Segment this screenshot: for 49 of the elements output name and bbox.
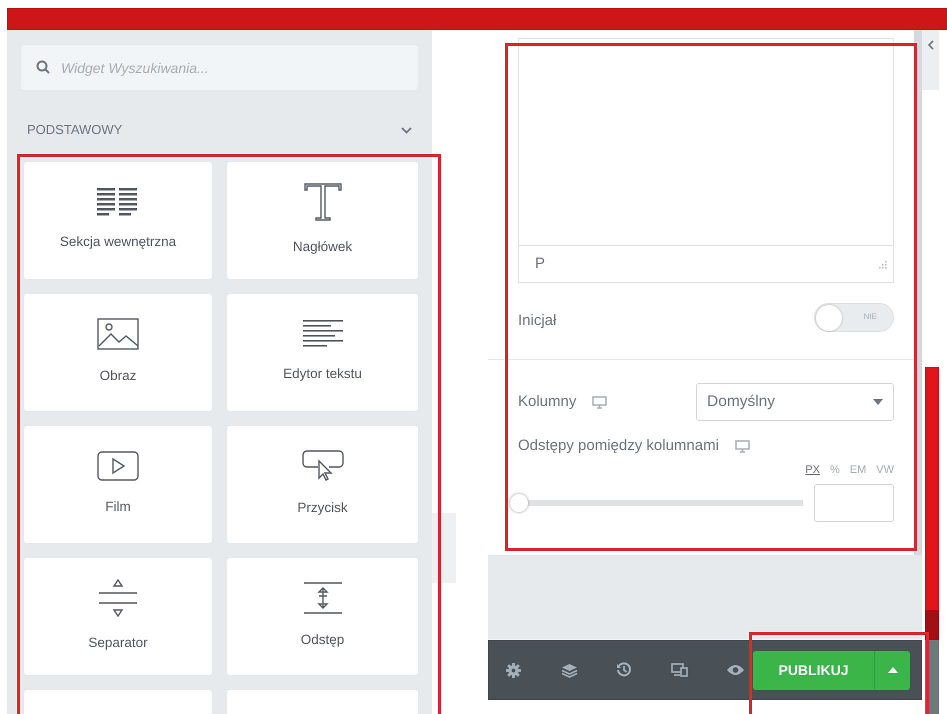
- element-path: P: [535, 254, 546, 274]
- widget-tile[interactable]: Nagłówek: [227, 162, 418, 278]
- widget-label: Separator: [88, 634, 148, 652]
- widget-label: Obraz: [100, 366, 136, 385]
- widget-label: Sekcja wewnętrzna: [60, 232, 176, 251]
- widget-tile[interactable]: Odstęp: [227, 558, 418, 674]
- eye-icon[interactable]: [726, 664, 745, 676]
- widget-tile[interactable]: Obraz: [24, 294, 212, 410]
- text-lines-icon: [302, 320, 342, 348]
- image-icon: [97, 318, 139, 350]
- spacer-icon: [302, 582, 342, 614]
- gap-input[interactable]: [814, 484, 894, 522]
- history-icon[interactable]: [616, 662, 632, 678]
- columns-icon: [97, 188, 139, 216]
- search-field[interactable]: Widget Wyszukiwania...: [21, 45, 418, 90]
- search-icon: [36, 60, 50, 74]
- settings-icon[interactable]: [506, 662, 521, 678]
- category-title: PODSTAWOWY: [27, 121, 122, 139]
- widget-label: Edytor tekstu: [283, 364, 362, 383]
- widget-tile[interactable]: Film: [24, 426, 212, 542]
- widget-tile[interactable]: Przycisk: [227, 426, 418, 542]
- widget-label: Przycisk: [297, 498, 348, 517]
- resize-grip-icon[interactable]: [877, 259, 887, 269]
- play-icon: [97, 450, 139, 481]
- widget-label: Odstęp: [300, 630, 344, 649]
- preview-banner-edge: [925, 610, 939, 640]
- widget-tile[interactable]: Sekcja wewnętrzna: [24, 162, 212, 278]
- slider-thumb[interactable]: [510, 494, 528, 512]
- caret-icon: [873, 399, 883, 405]
- columns-select[interactable]: Domyślny: [696, 383, 894, 421]
- heading-icon: [304, 182, 342, 221]
- layers-icon[interactable]: [561, 662, 578, 678]
- widget-tile[interactable]: Separator: [24, 558, 212, 674]
- gap-label: Odstępy pomiędzy kolumnami: [518, 436, 719, 456]
- desktop-icon[interactable]: [592, 396, 608, 408]
- widget-label: Film: [105, 498, 131, 516]
- divider-icon: [98, 578, 138, 617]
- caret-icon: [888, 667, 898, 673]
- columns-label: Kolumny: [518, 392, 576, 412]
- drop-cap-label: Inicjał: [518, 310, 556, 331]
- pointer-icon: [302, 450, 344, 482]
- responsive-icon[interactable]: [671, 663, 688, 677]
- widget-label: Nagłówek: [292, 238, 352, 256]
- publish-options-button[interactable]: [874, 650, 910, 690]
- chevron-down-icon[interactable]: [401, 127, 412, 134]
- chevron-left-icon[interactable]: [927, 40, 934, 50]
- widget-tile[interactable]: Edytor tekstu: [227, 294, 418, 410]
- desktop-icon[interactable]: [734, 440, 750, 453]
- unit-option[interactable]: PX: [805, 462, 820, 478]
